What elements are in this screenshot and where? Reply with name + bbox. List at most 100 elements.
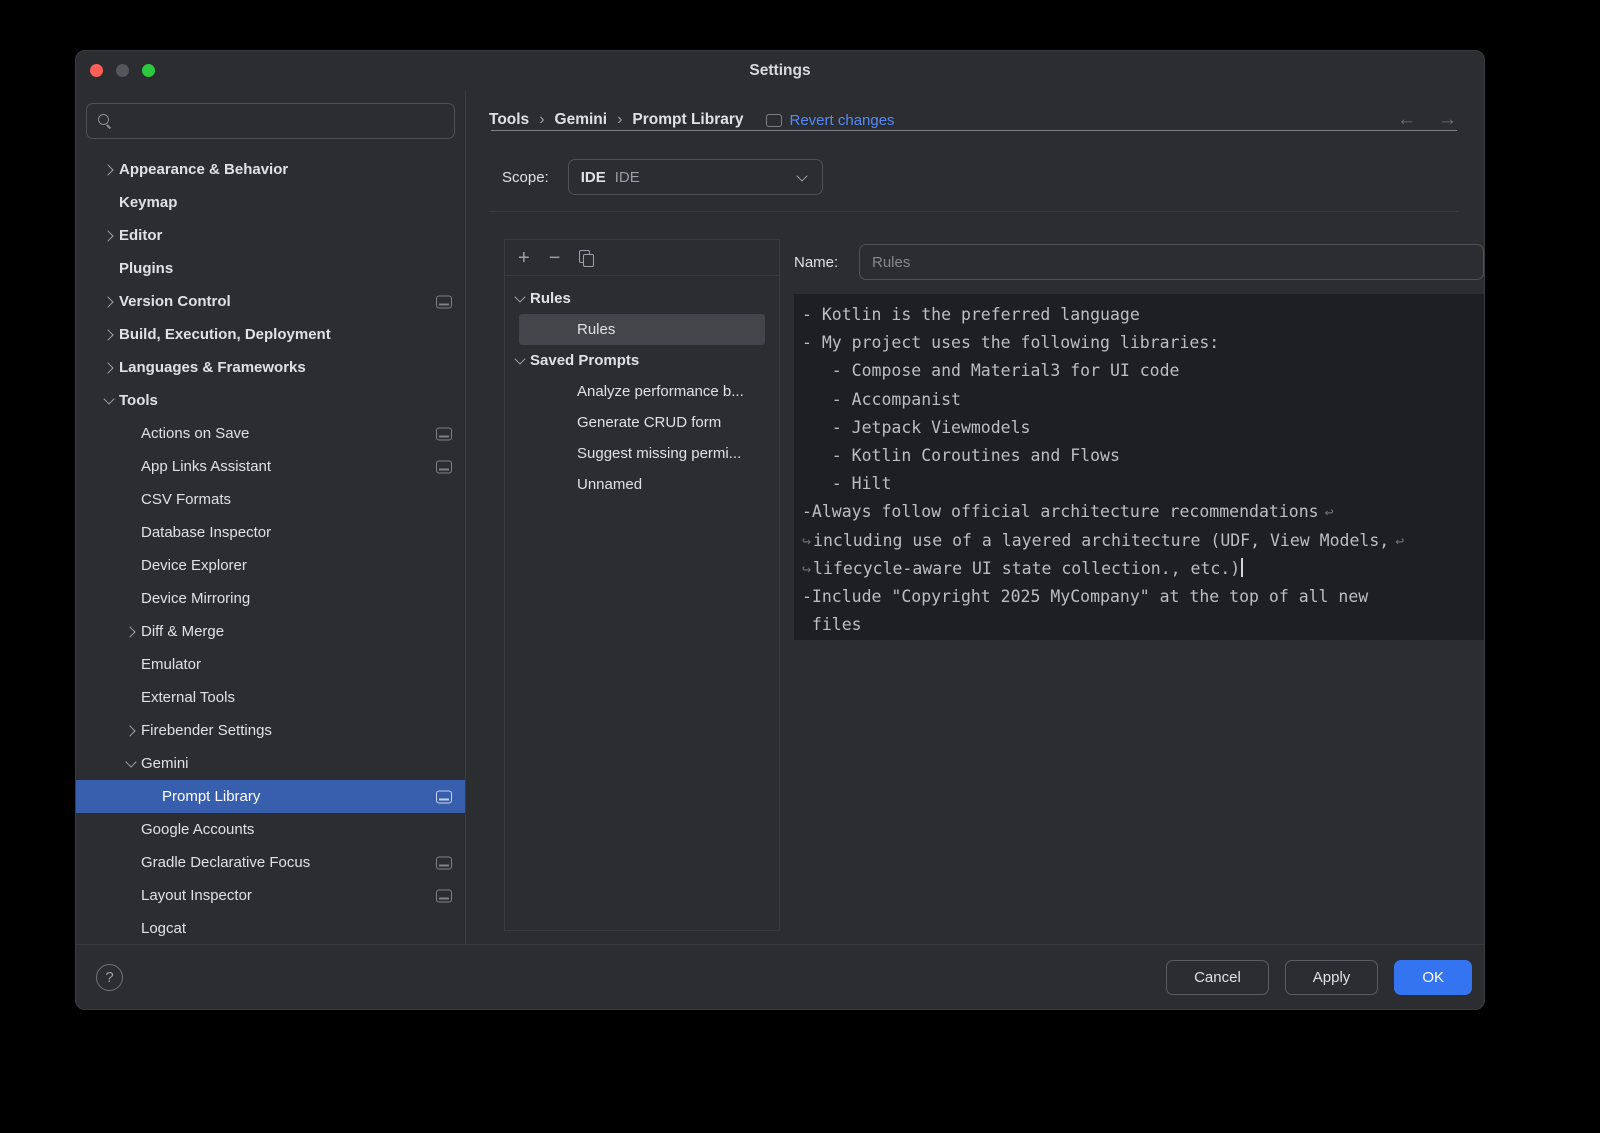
breadcrumb-tools[interactable]: Tools <box>489 111 529 129</box>
sidebar-item-logcat[interactable]: Logcat <box>76 912 465 944</box>
prompt-item-generate-crud-form[interactable]: Generate CRUD form <box>519 407 765 438</box>
name-label: Name: <box>794 254 859 271</box>
scope-value: IDE <box>615 169 794 186</box>
sidebar-item-build-execution-deployment[interactable]: Build, Execution, Deployment <box>76 318 465 351</box>
forward-arrow-icon[interactable]: → <box>1438 109 1457 131</box>
prompt-item-unnamed[interactable]: Unnamed <box>519 469 765 500</box>
soft-wrap-icon: ↩ <box>1395 532 1404 550</box>
help-button[interactable]: ? <box>96 964 123 991</box>
editor-line: - Kotlin Coroutines and Flows <box>802 442 1484 470</box>
editor-line: - My project uses the following librarie… <box>802 329 1484 357</box>
chevron-right-icon[interactable] <box>120 628 141 636</box>
sidebar-item-label: Layout Inspector <box>141 887 252 904</box>
zoom-button[interactable] <box>142 64 155 77</box>
chevron-right-icon[interactable] <box>98 364 119 372</box>
sidebar-item-label: CSV Formats <box>141 491 231 508</box>
prompt-item-rules[interactable]: Rules <box>519 314 765 345</box>
sidebar-item-label: Device Explorer <box>141 557 247 574</box>
sidebar-item-label: Firebender Settings <box>141 722 272 739</box>
prompt-text-editor[interactable]: - Kotlin is the preferred language - My … <box>794 294 1484 640</box>
chevron-down-icon[interactable] <box>509 296 530 301</box>
sidebar-item-firebender-settings[interactable]: Firebender Settings <box>76 714 465 747</box>
sidebar-item-label: Tools <box>119 392 158 409</box>
sidebar-item-appearance-behavior[interactable]: Appearance & Behavior <box>76 153 465 186</box>
sidebar-item-google-accounts[interactable]: Google Accounts <box>76 813 465 846</box>
sidebar-item-tools[interactable]: Tools <box>76 384 465 417</box>
ide-settings-icon <box>436 460 452 473</box>
sidebar-item-label: Languages & Frameworks <box>119 359 306 376</box>
prompt-list-toolbar: + − <box>505 240 779 276</box>
sidebar-item-database-inspector[interactable]: Database Inspector <box>76 516 465 549</box>
editor-line: -Include "Copyright 2025 MyCompany" at t… <box>802 583 1484 611</box>
prompt-group-rules[interactable]: Rules <box>519 283 765 314</box>
revert-changes-link[interactable]: Revert changes <box>766 112 895 129</box>
sidebar-item-layout-inspector[interactable]: Layout Inspector <box>76 879 465 912</box>
traffic-lights <box>90 64 155 77</box>
sidebar-item-plugins[interactable]: Plugins <box>76 252 465 285</box>
back-arrow-icon[interactable]: ← <box>1397 109 1416 131</box>
sidebar-item-app-links-assistant[interactable]: App Links Assistant <box>76 450 465 483</box>
sidebar-item-gradle-declarative-focus[interactable]: Gradle Declarative Focus <box>76 846 465 879</box>
sidebar-item-device-explorer[interactable]: Device Explorer <box>76 549 465 582</box>
settings-window: Settings Appearance & Behavior Keymap Ed… <box>75 50 1485 1010</box>
sidebar-item-label: Gradle Declarative Focus <box>141 854 310 871</box>
sidebar-item-keymap[interactable]: Keymap <box>76 186 465 219</box>
chevron-down-icon[interactable] <box>509 358 530 363</box>
scope-badge: IDE <box>581 169 606 186</box>
revert-icon <box>766 114 782 127</box>
breadcrumb-gemini[interactable]: Gemini <box>555 111 608 129</box>
sidebar-item-csv-formats[interactable]: CSV Formats <box>76 483 465 516</box>
add-icon[interactable]: + <box>518 248 530 268</box>
scope-row: Scope: IDE IDE <box>489 159 1459 195</box>
ok-button[interactable]: OK <box>1394 960 1472 995</box>
scope-dropdown[interactable]: IDE IDE <box>568 159 823 195</box>
prompt-item-suggest-missing-permissions[interactable]: Suggest missing permi... <box>519 438 765 469</box>
editor-line: files <box>802 611 1484 639</box>
search-input[interactable] <box>121 113 444 130</box>
sidebar-item-label: Diff & Merge <box>141 623 224 640</box>
prompt-group-saved-prompts[interactable]: Saved Prompts <box>519 345 765 376</box>
prompt-item-label: Analyze performance b... <box>577 383 744 400</box>
sidebar-item-label: Keymap <box>119 194 177 211</box>
sidebar-item-actions-on-save[interactable]: Actions on Save <box>76 417 465 450</box>
close-button[interactable] <box>90 64 103 77</box>
sidebar-item-editor[interactable]: Editor <box>76 219 465 252</box>
ide-settings-icon <box>436 427 452 440</box>
sidebar-item-label: Version Control <box>119 293 231 310</box>
prompt-item-analyze-performance[interactable]: Analyze performance b... <box>519 376 765 407</box>
sidebar-item-diff-merge[interactable]: Diff & Merge <box>76 615 465 648</box>
sidebar-item-languages-frameworks[interactable]: Languages & Frameworks <box>76 351 465 384</box>
chevron-down-icon[interactable] <box>120 761 141 766</box>
sidebar-item-emulator[interactable]: Emulator <box>76 648 465 681</box>
chevron-down-icon[interactable] <box>98 398 119 403</box>
settings-search[interactable] <box>86 103 455 139</box>
chevron-right-icon[interactable] <box>120 727 141 735</box>
prompt-group-label: Saved Prompts <box>530 352 639 369</box>
cancel-button[interactable]: Cancel <box>1166 960 1269 995</box>
minimize-button[interactable] <box>116 64 129 77</box>
sidebar-item-prompt-library[interactable]: Prompt Library <box>76 780 465 813</box>
sidebar-item-gemini[interactable]: Gemini <box>76 747 465 780</box>
chevron-right-icon[interactable] <box>98 298 119 306</box>
sidebar-item-label: Emulator <box>141 656 201 673</box>
sidebar-item-label: Actions on Save <box>141 425 249 442</box>
editor-line: - Accompanist <box>802 386 1484 414</box>
sidebar-item-external-tools[interactable]: External Tools <box>76 681 465 714</box>
search-icon <box>97 113 113 129</box>
sidebar-item-version-control[interactable]: Version Control <box>76 285 465 318</box>
titlebar[interactable]: Settings <box>76 51 1484 91</box>
editor-line: ↪lifecycle-aware UI state collection., e… <box>802 555 1484 583</box>
sidebar-item-device-mirroring[interactable]: Device Mirroring <box>76 582 465 615</box>
chevron-right-icon[interactable] <box>98 232 119 240</box>
remove-icon[interactable]: − <box>549 248 561 268</box>
sidebar-item-label: External Tools <box>141 689 235 706</box>
prompt-item-label: Suggest missing permi... <box>577 445 741 462</box>
chevron-right-icon[interactable] <box>98 331 119 339</box>
soft-wrap-icon: ↪ <box>802 560 811 578</box>
chevron-right-icon[interactable] <box>98 166 119 174</box>
copy-icon[interactable] <box>579 250 593 266</box>
prompt-item-label: Rules <box>577 321 615 338</box>
soft-wrap-icon: ↪ <box>802 532 811 550</box>
apply-button[interactable]: Apply <box>1285 960 1379 995</box>
name-field[interactable] <box>859 244 1484 280</box>
